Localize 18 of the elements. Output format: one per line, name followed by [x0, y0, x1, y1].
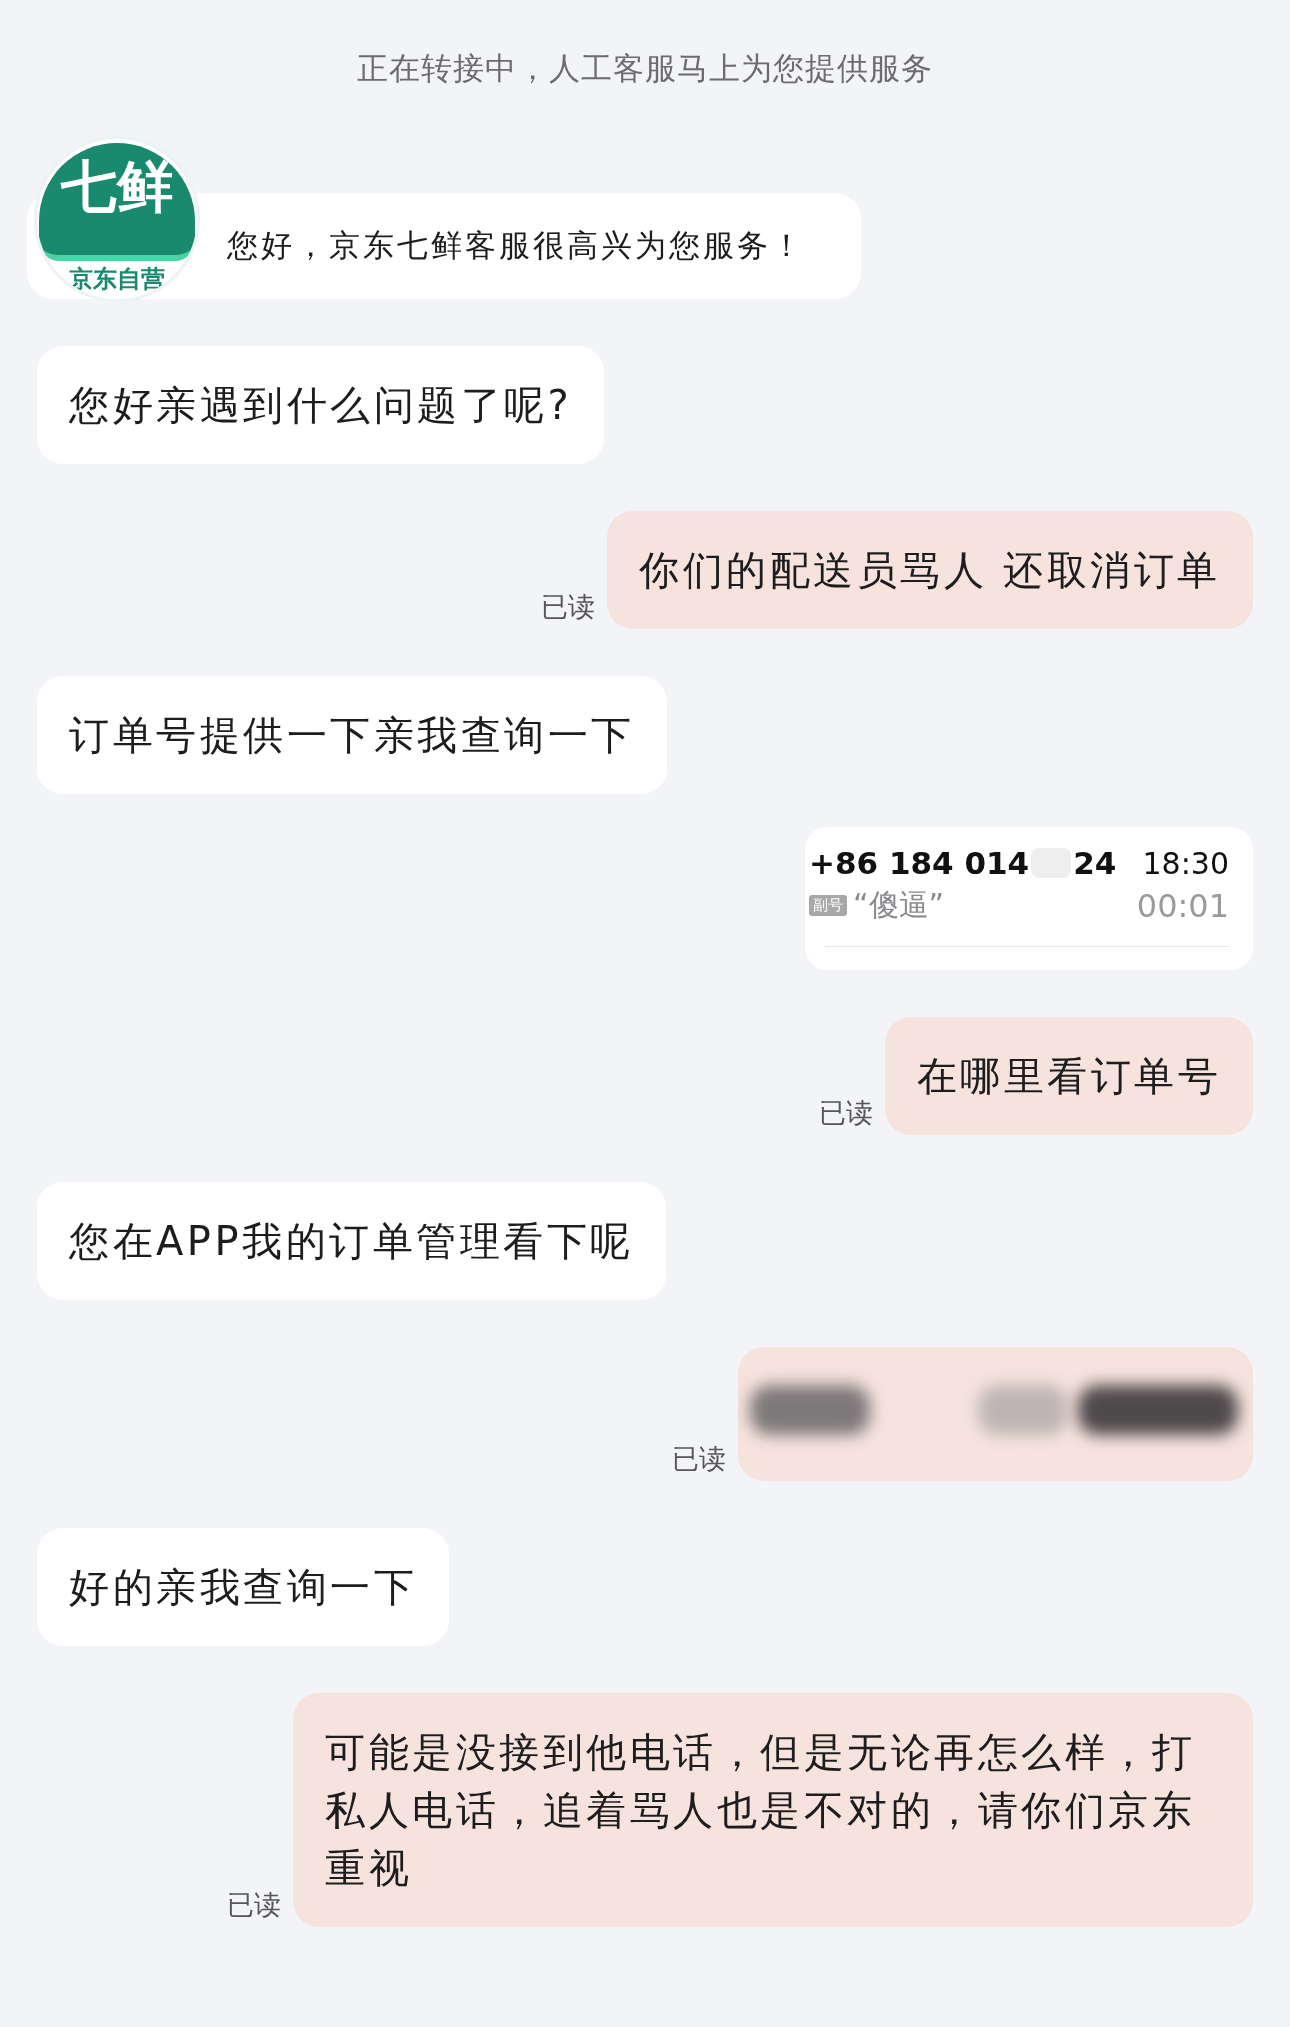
- read-receipt: 已读: [227, 1888, 281, 1922]
- phone-number: 24: [1073, 845, 1117, 881]
- system-notice: 正在转接中，人工客服马上为您提供服务: [357, 49, 933, 88]
- message-bubble: 你们的配送员骂人 还取消订单: [607, 511, 1253, 629]
- message-bubble: 您好亲遇到什么问题了呢?: [37, 346, 605, 464]
- message-bubble: 您在APP我的订单管理看下呢: [37, 1182, 666, 1300]
- message-bubble: 好的亲我查询一下: [37, 1528, 449, 1646]
- read-receipt: 已读: [818, 1096, 873, 1130]
- phone-number: +86 184 014: [809, 845, 1030, 881]
- read-receipt: 已读: [672, 1442, 726, 1476]
- call-duration: 00:01: [1136, 886, 1229, 925]
- contact-name: “傻逼”: [853, 886, 945, 924]
- message-bubble: 可能是没接到他电话，但是无论再怎么样，打私人电话，追着骂人也是不对的，请你们京东重视: [293, 1693, 1253, 1927]
- call-time: 18:30: [1142, 845, 1229, 881]
- message-bubble: 在哪里看订单号: [884, 1017, 1253, 1135]
- number-tag: 副号: [809, 895, 847, 916]
- read-receipt: 已读: [541, 590, 596, 624]
- message-bubble: 订单号提供一下亲我查询一下: [37, 676, 667, 794]
